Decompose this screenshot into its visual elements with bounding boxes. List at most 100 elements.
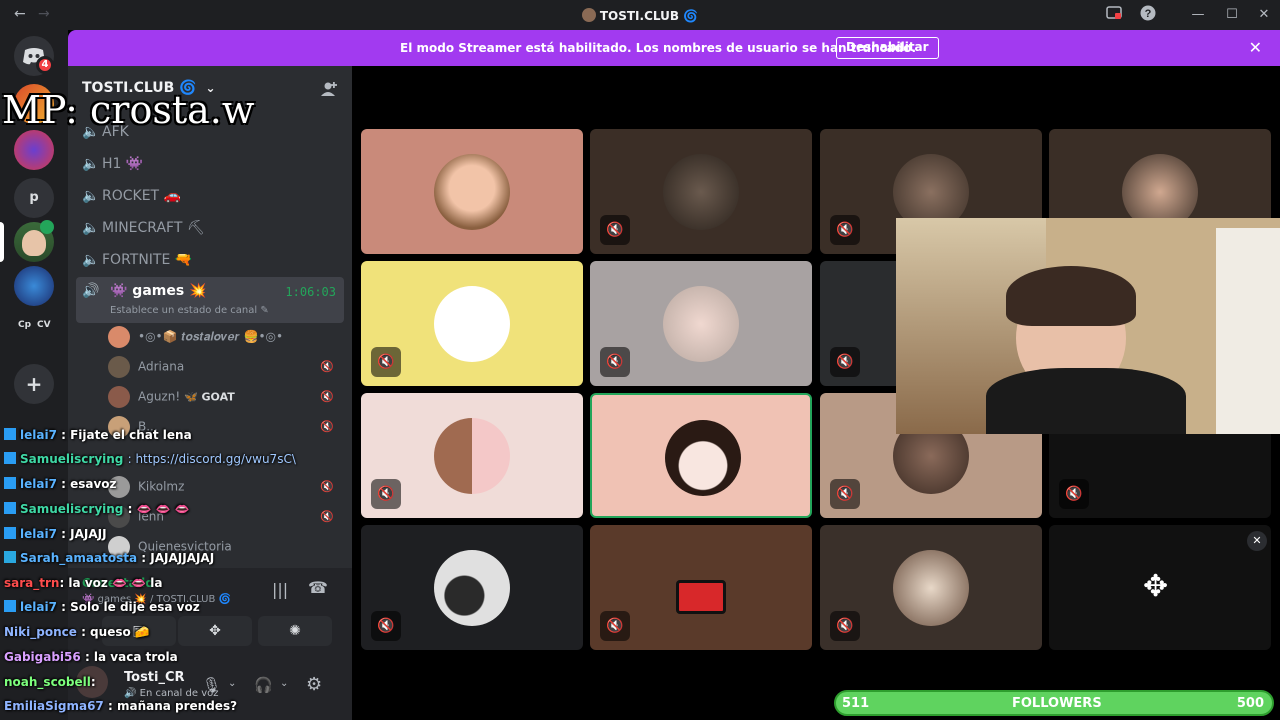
activity-tile[interactable]: ✥ ✕: [1049, 525, 1271, 650]
chevron-down-icon[interactable]: ⌄: [228, 678, 236, 689]
selected-server-indicator: [0, 222, 4, 262]
followers-goal-bar: 511 FOLLOWERS 500: [834, 690, 1274, 716]
close-window-icon[interactable]: ✕: [1254, 5, 1274, 25]
avatar: [434, 418, 510, 494]
noise-suppression-icon[interactable]: |||: [272, 580, 288, 599]
avatar: [434, 550, 510, 626]
followers-label: FOLLOWERS: [1012, 696, 1102, 711]
chat-message: noah_scobell:: [4, 675, 96, 689]
server-icon-craft[interactable]: [14, 130, 54, 170]
video-tile[interactable]: 🔇: [361, 525, 583, 650]
chat-message: Niki_ponce : queso 🧀: [4, 625, 150, 639]
window-titlebar: ← → TOSTI.CLUB 🌀 ? — ☐ ✕: [0, 0, 1280, 30]
chat-user: EmiliaSigma67: [4, 699, 104, 713]
settings-gear-icon[interactable]: ⚙: [306, 674, 322, 695]
video-tile[interactable]: 🔇: [361, 261, 583, 386]
voice-user-name: Aguzn!: [138, 389, 181, 404]
stream-overlay-text: MP: crosta.w: [2, 88, 255, 132]
voice-active-icon: [40, 220, 54, 234]
channel-label: 👾 games 💥: [110, 283, 207, 299]
inbox-icon[interactable]: [1104, 5, 1124, 25]
avatar: [893, 550, 969, 626]
video-tile[interactable]: [361, 129, 583, 254]
chat-text: : 👄 👄 👄: [127, 502, 190, 516]
avatar: [108, 326, 130, 348]
muted-icon: 🔇: [320, 360, 334, 373]
disable-streamer-button[interactable]: Deshabilitar: [836, 37, 939, 59]
avatar: [434, 154, 510, 230]
muted-icon: 🔇: [320, 510, 334, 523]
avatar: [108, 386, 130, 408]
avatar: [108, 356, 130, 378]
video-tile[interactable]: 🔇: [820, 525, 1042, 650]
activities-button[interactable]: ✥: [178, 616, 252, 646]
chat-text: : JAJAJJ: [61, 527, 107, 541]
badge-icon: [4, 452, 16, 464]
voice-channel-rocket[interactable]: 🔈 ROCKET 🚗: [82, 188, 181, 212]
chat-user: lelai7: [20, 428, 57, 442]
close-activity-icon[interactable]: ✕: [1247, 531, 1267, 551]
chat-user: Niki_ponce: [4, 625, 77, 639]
user-panel: Conectado 👾 games 💥 / TOSTI.CLUB 🌀 ||| ☎…: [68, 568, 352, 720]
headphones-icon[interactable]: 🎧: [254, 676, 273, 694]
voice-user-name: Kikolmz: [138, 479, 185, 494]
video-tile[interactable]: 🔇: [361, 393, 583, 518]
chat-text: : la vaca trola: [84, 650, 178, 664]
channel-label: ROCKET 🚗: [102, 188, 181, 204]
help-icon[interactable]: ?: [1138, 5, 1158, 25]
chat-message: Samueliscrying : https://discord.gg/vwu7…: [4, 452, 296, 466]
voice-channel-games[interactable]: 🔊 👾 games 💥 1:06:03 Establece un estado …: [76, 277, 344, 323]
chat-text: : https://discord.gg/vwu7sC\: [127, 452, 296, 466]
add-server-icon[interactable]: +: [14, 364, 54, 404]
swirl-icon: 🌀: [683, 9, 699, 23]
disconnect-icon[interactable]: ☎: [308, 578, 328, 597]
muted-icon: 🔇: [320, 480, 334, 493]
badge-icon: [4, 551, 16, 563]
voice-user[interactable]: Aguzn! 🦋 GOAT: [108, 386, 235, 410]
folder-cv-label[interactable]: CV: [37, 320, 51, 330]
goat-badge: 🦋 GOAT: [183, 390, 235, 404]
chat-message: lelai7 : esavoz: [4, 477, 117, 491]
close-banner-icon[interactable]: ✕: [1249, 38, 1262, 57]
video-tile[interactable]: 🔇: [590, 261, 812, 386]
voice-user-name: •◎•📦 𝒕𝒐𝒔𝒕𝒂𝒍𝒐𝒗𝒆𝒓 🍔•◎•: [138, 329, 284, 344]
minimize-icon[interactable]: —: [1188, 5, 1208, 25]
maximize-icon[interactable]: ☐: [1222, 5, 1242, 25]
voice-user[interactable]: Adriana: [108, 356, 184, 380]
add-member-icon[interactable]: [320, 80, 338, 102]
streamer-hair: [1006, 266, 1136, 326]
chat-user: Samueliscrying: [20, 452, 124, 466]
muted-icon: 🔇: [371, 479, 401, 509]
video-tile[interactable]: 🔇: [590, 525, 812, 650]
muted-icon: 🔇: [830, 479, 860, 509]
video-tile[interactable]: 🔇: [590, 129, 812, 254]
server-icon-blue[interactable]: [14, 266, 54, 306]
chevron-down-icon[interactable]: ⌄: [280, 678, 288, 689]
server-icon-tosti[interactable]: [14, 220, 54, 262]
voice-channel-fortnite[interactable]: 🔈 FORTNITE 🔫: [82, 252, 192, 276]
channel-label: H1 👾: [102, 156, 144, 172]
voice-channel-h1[interactable]: 🔈 H1 👾: [82, 156, 143, 180]
soundboard-button[interactable]: ✺: [258, 616, 332, 646]
server-avatar-icon: [581, 8, 596, 22]
chat-message: Gabigabi56 : la vaca trola: [4, 650, 178, 664]
chat-message: lelai7 : Fijate el chat lena: [4, 428, 192, 442]
video-tile-speaking[interactable]: [590, 393, 812, 518]
streamer-webcam: [896, 218, 1280, 434]
chat-text: :: [90, 675, 96, 689]
microphone-icon[interactable]: 🎙: [202, 676, 221, 694]
muted-icon: 🔇: [830, 347, 860, 377]
voice-user[interactable]: •◎•📦 𝒕𝒐𝒔𝒕𝒂𝒍𝒐𝒗𝒆𝒓 🍔•◎•: [108, 326, 283, 350]
channel-status-prompt[interactable]: Establece un estado de canal ✎: [110, 305, 269, 316]
chat-message: sara_trn: la voz 👄 👄 la: [4, 576, 163, 590]
chat-text: : esavoz: [61, 477, 117, 491]
server-icon-p[interactable]: p: [14, 178, 54, 218]
voice-channel-minecraft[interactable]: 🔈 MINECRAFT ⛏: [82, 220, 205, 244]
voice-user[interactable]: Kikolmz: [108, 476, 184, 500]
folder-cp-label[interactable]: Cp: [18, 320, 31, 330]
chat-user: sara_trn: [4, 576, 60, 590]
muted-icon: 🔇: [830, 215, 860, 245]
chat-text: : JAJAJJAJAJ: [141, 551, 215, 565]
speaker-icon: 🔈: [82, 188, 100, 204]
badge-icon: [4, 502, 16, 514]
